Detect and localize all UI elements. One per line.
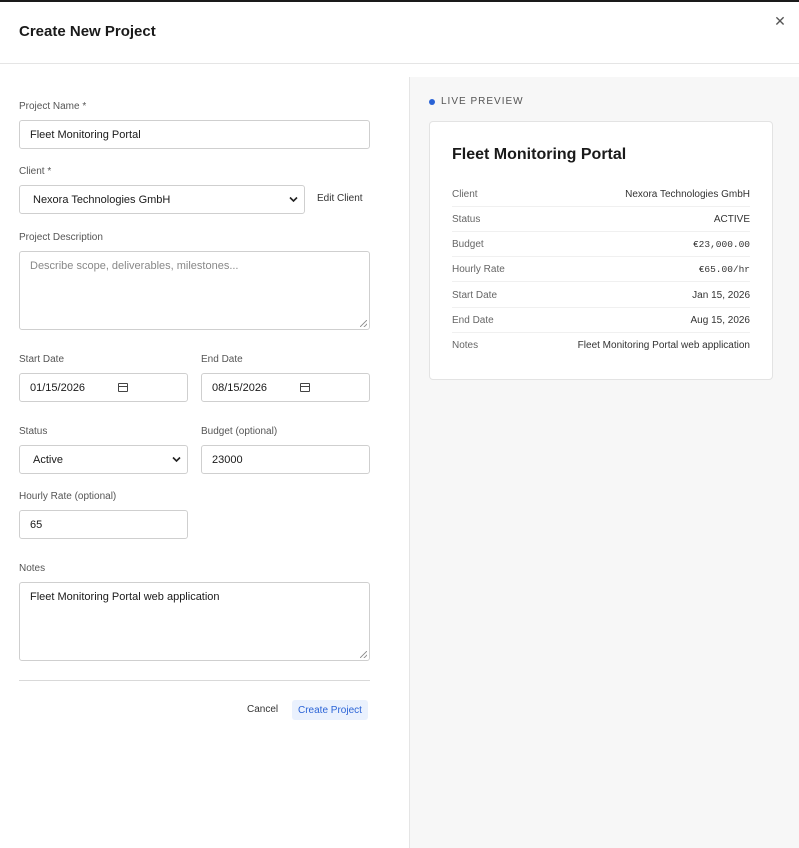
- budget-value: 23000: [212, 453, 243, 466]
- cancel-button[interactable]: Cancel: [247, 704, 278, 715]
- live-preview-label: LIVE PREVIEW: [441, 96, 524, 107]
- hourly-rate-label: Hourly Rate (optional): [19, 491, 117, 502]
- preview-key: End Date: [452, 314, 494, 326]
- dialog-header: Create New Project ✕: [0, 2, 799, 64]
- end-date-label: End Date: [201, 354, 243, 365]
- client-label: Client *: [19, 166, 52, 177]
- preview-key: Notes: [452, 340, 479, 351]
- preview-row-end-date: End Date Aug 15, 2026: [452, 308, 750, 333]
- preview-value: ACTIVE: [713, 213, 750, 225]
- project-name-value: Fleet Monitoring Portal: [30, 128, 141, 141]
- start-date-value: 01/15/2026: [30, 381, 86, 394]
- preview-value: Aug 15, 2026: [690, 314, 751, 326]
- preview-value: Jan 15, 2026: [692, 289, 750, 301]
- notes-value: Fleet Monitoring Portal web application: [30, 591, 220, 603]
- form-divider: [19, 680, 370, 681]
- preview-key: Status: [452, 213, 481, 225]
- client-value: Nexora Technologies GmbH: [33, 193, 171, 206]
- budget-input[interactable]: 23000: [201, 445, 370, 474]
- calendar-icon[interactable]: [300, 383, 310, 392]
- notes-textarea[interactable]: Fleet Monitoring Portal web application: [19, 582, 370, 661]
- preview-key: Hourly Rate: [452, 263, 505, 275]
- preview-row-status: Status ACTIVE: [452, 207, 750, 232]
- hourly-rate-value: 65: [30, 518, 43, 531]
- calendar-icon[interactable]: [118, 383, 128, 392]
- notes-label: Notes: [19, 563, 46, 574]
- end-date-input[interactable]: 08/15/2026: [201, 373, 370, 402]
- status-select[interactable]: Active: [19, 445, 188, 474]
- preview-row-start-date: Start Date Jan 15, 2026: [452, 283, 750, 308]
- preview-value: €23,000.00: [692, 238, 750, 250]
- edit-client-button[interactable]: Edit Client: [317, 193, 363, 204]
- live-indicator-dot-icon: [429, 99, 435, 105]
- preview-title: Fleet Monitoring Portal: [452, 146, 627, 163]
- description-placeholder: Describe scope, deliverables, milestones…: [30, 260, 239, 272]
- preview-value: Fleet Monitoring Portal web application: [577, 340, 750, 351]
- client-select[interactable]: Nexora Technologies GmbH: [19, 185, 305, 214]
- create-project-button[interactable]: Create Project: [292, 700, 368, 720]
- start-date-label: Start Date: [19, 354, 65, 365]
- preview-row-hourly-rate: Hourly Rate €65.00/hr: [452, 257, 750, 282]
- preview-value: €65.00/hr: [698, 263, 750, 275]
- hourly-rate-input[interactable]: 65: [19, 510, 188, 539]
- chevron-down-icon: [289, 196, 298, 203]
- description-label: Project Description: [19, 232, 103, 243]
- project-name-label: Project Name *: [19, 101, 87, 112]
- status-label: Status: [19, 426, 48, 437]
- preview-row-budget: Budget €23,000.00: [452, 232, 750, 257]
- dialog-title: Create New Project: [19, 23, 156, 40]
- budget-label: Budget (optional): [201, 426, 278, 437]
- status-value: Active: [33, 453, 63, 466]
- preview-row-client: Client Nexora Technologies GmbH: [452, 182, 750, 207]
- resize-handle-icon[interactable]: [360, 651, 367, 658]
- preview-key: Start Date: [452, 289, 498, 301]
- description-textarea[interactable]: Describe scope, deliverables, milestones…: [19, 251, 370, 330]
- preview-row-notes: Notes Fleet Monitoring Portal web applic…: [452, 333, 750, 358]
- preview-card: Fleet Monitoring Portal Client Nexora Te…: [429, 121, 773, 380]
- close-icon[interactable]: ✕: [773, 14, 787, 28]
- preview-key: Client: [452, 188, 478, 200]
- start-date-input[interactable]: 01/15/2026: [19, 373, 188, 402]
- chevron-down-icon: [172, 456, 181, 463]
- resize-handle-icon[interactable]: [360, 320, 367, 327]
- preview-value: Nexora Technologies GmbH: [625, 188, 750, 200]
- preview-key: Budget: [452, 238, 484, 250]
- project-name-input[interactable]: Fleet Monitoring Portal: [19, 120, 370, 149]
- end-date-value: 08/15/2026: [212, 381, 268, 394]
